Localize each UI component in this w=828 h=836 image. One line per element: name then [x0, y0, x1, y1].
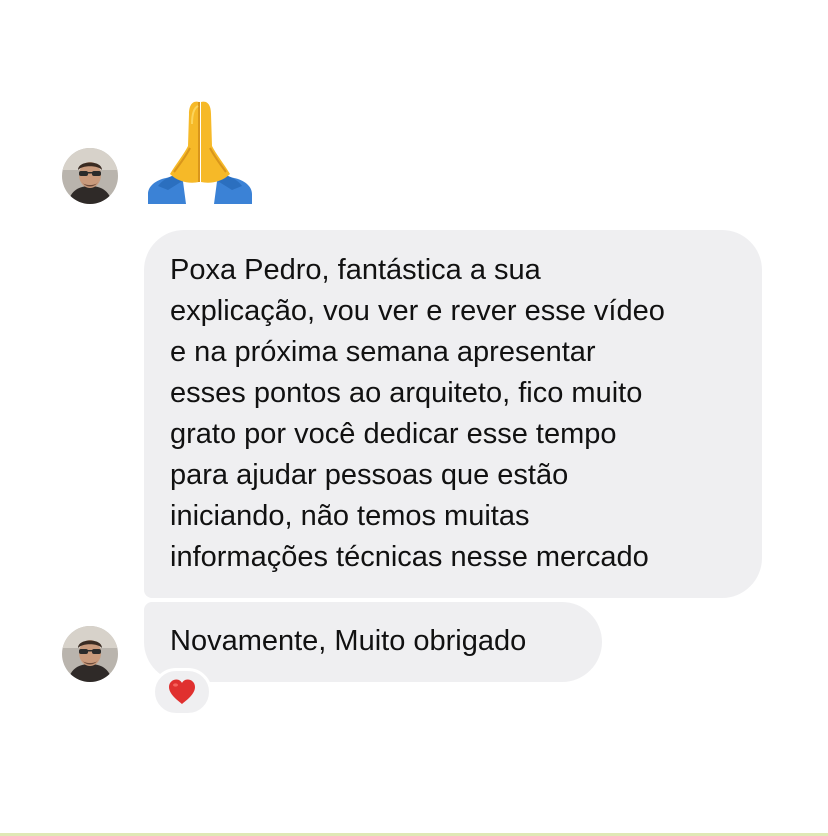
- sender-avatar[interactable]: [62, 148, 118, 204]
- message-line: iniciando, não temos muitas: [170, 500, 530, 532]
- folded-hands-icon: [144, 94, 256, 206]
- message-line: informações técnicas nesse mercado: [170, 541, 649, 573]
- message-line: grato por você dedicar esse tempo: [170, 418, 617, 450]
- avatar-photo: [62, 626, 118, 682]
- reaction-badge[interactable]: [152, 668, 212, 716]
- message-bubble[interactable]: Novamente, Muito obrigado: [144, 602, 602, 682]
- heart-icon: [169, 679, 195, 704]
- message-line: para ajudar pessoas que estão: [170, 459, 569, 491]
- message-bubble[interactable]: Poxa Pedro, fantástica a sua explicação,…: [144, 230, 762, 598]
- message-line: explicação, vou ver e rever esse vídeo: [170, 295, 665, 327]
- message-line: Poxa Pedro, fantástica a sua: [170, 254, 541, 286]
- avatar-photo: [62, 148, 118, 204]
- message-text: Novamente, Muito obrigado: [170, 625, 527, 657]
- message-line: e na próxima semana apresentar: [170, 336, 596, 368]
- sender-avatar[interactable]: [62, 626, 118, 682]
- message-line: esses pontos ao arquiteto, fico muito: [170, 377, 643, 409]
